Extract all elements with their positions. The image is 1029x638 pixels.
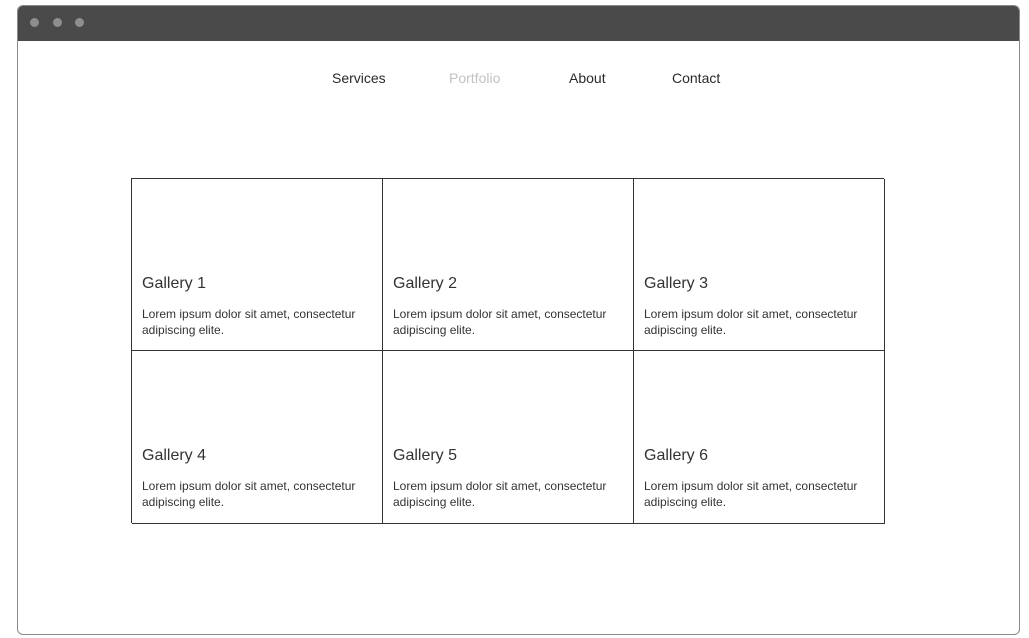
gallery-card[interactable]: Gallery 3 Lorem ipsum dolor sit amet, co…	[634, 179, 885, 351]
browser-window: Services Portfolio About Contact Gallery…	[17, 5, 1020, 635]
window-titlebar	[18, 6, 1019, 41]
gallery-card[interactable]: Gallery 6 Lorem ipsum dolor sit amet, co…	[634, 351, 885, 524]
gallery-card-title: Gallery 3	[644, 275, 709, 292]
gallery-card-title: Gallery 4	[142, 447, 207, 464]
window-maximize-dot-icon[interactable]	[75, 18, 84, 27]
main-nav: Services Portfolio About Contact	[18, 69, 1019, 89]
gallery-card-description: Lorem ipsum dolor sit amet, consectetur …	[393, 479, 607, 509]
gallery-card-title: Gallery 2	[393, 275, 458, 292]
gallery-card-description: Lorem ipsum dolor sit amet, consectetur …	[142, 307, 356, 337]
gallery-grid: Gallery 1 Lorem ipsum dolor sit amet, co…	[131, 178, 885, 524]
window-minimize-dot-icon[interactable]	[53, 18, 62, 27]
gallery-card-title: Gallery 5	[393, 447, 458, 464]
nav-item-contact[interactable]: Contact	[672, 69, 720, 87]
window-close-dot-icon[interactable]	[30, 18, 39, 27]
nav-item-portfolio[interactable]: Portfolio	[449, 69, 500, 87]
gallery-card-description: Lorem ipsum dolor sit amet, consectetur …	[142, 479, 356, 509]
gallery-card-description: Lorem ipsum dolor sit amet, consectetur …	[393, 307, 607, 337]
gallery-card-description: Lorem ipsum dolor sit amet, consectetur …	[644, 307, 858, 337]
gallery-card-description: Lorem ipsum dolor sit amet, consectetur …	[644, 479, 858, 509]
gallery-card[interactable]: Gallery 2 Lorem ipsum dolor sit amet, co…	[383, 179, 634, 351]
nav-item-about[interactable]: About	[569, 69, 606, 87]
gallery-card-title: Gallery 1	[142, 275, 207, 292]
nav-item-services[interactable]: Services	[332, 69, 386, 87]
gallery-card[interactable]: Gallery 5 Lorem ipsum dolor sit amet, co…	[383, 351, 634, 524]
gallery-card[interactable]: Gallery 1 Lorem ipsum dolor sit amet, co…	[132, 179, 383, 351]
gallery-card[interactable]: Gallery 4 Lorem ipsum dolor sit amet, co…	[132, 351, 383, 524]
gallery-card-title: Gallery 6	[644, 447, 709, 464]
